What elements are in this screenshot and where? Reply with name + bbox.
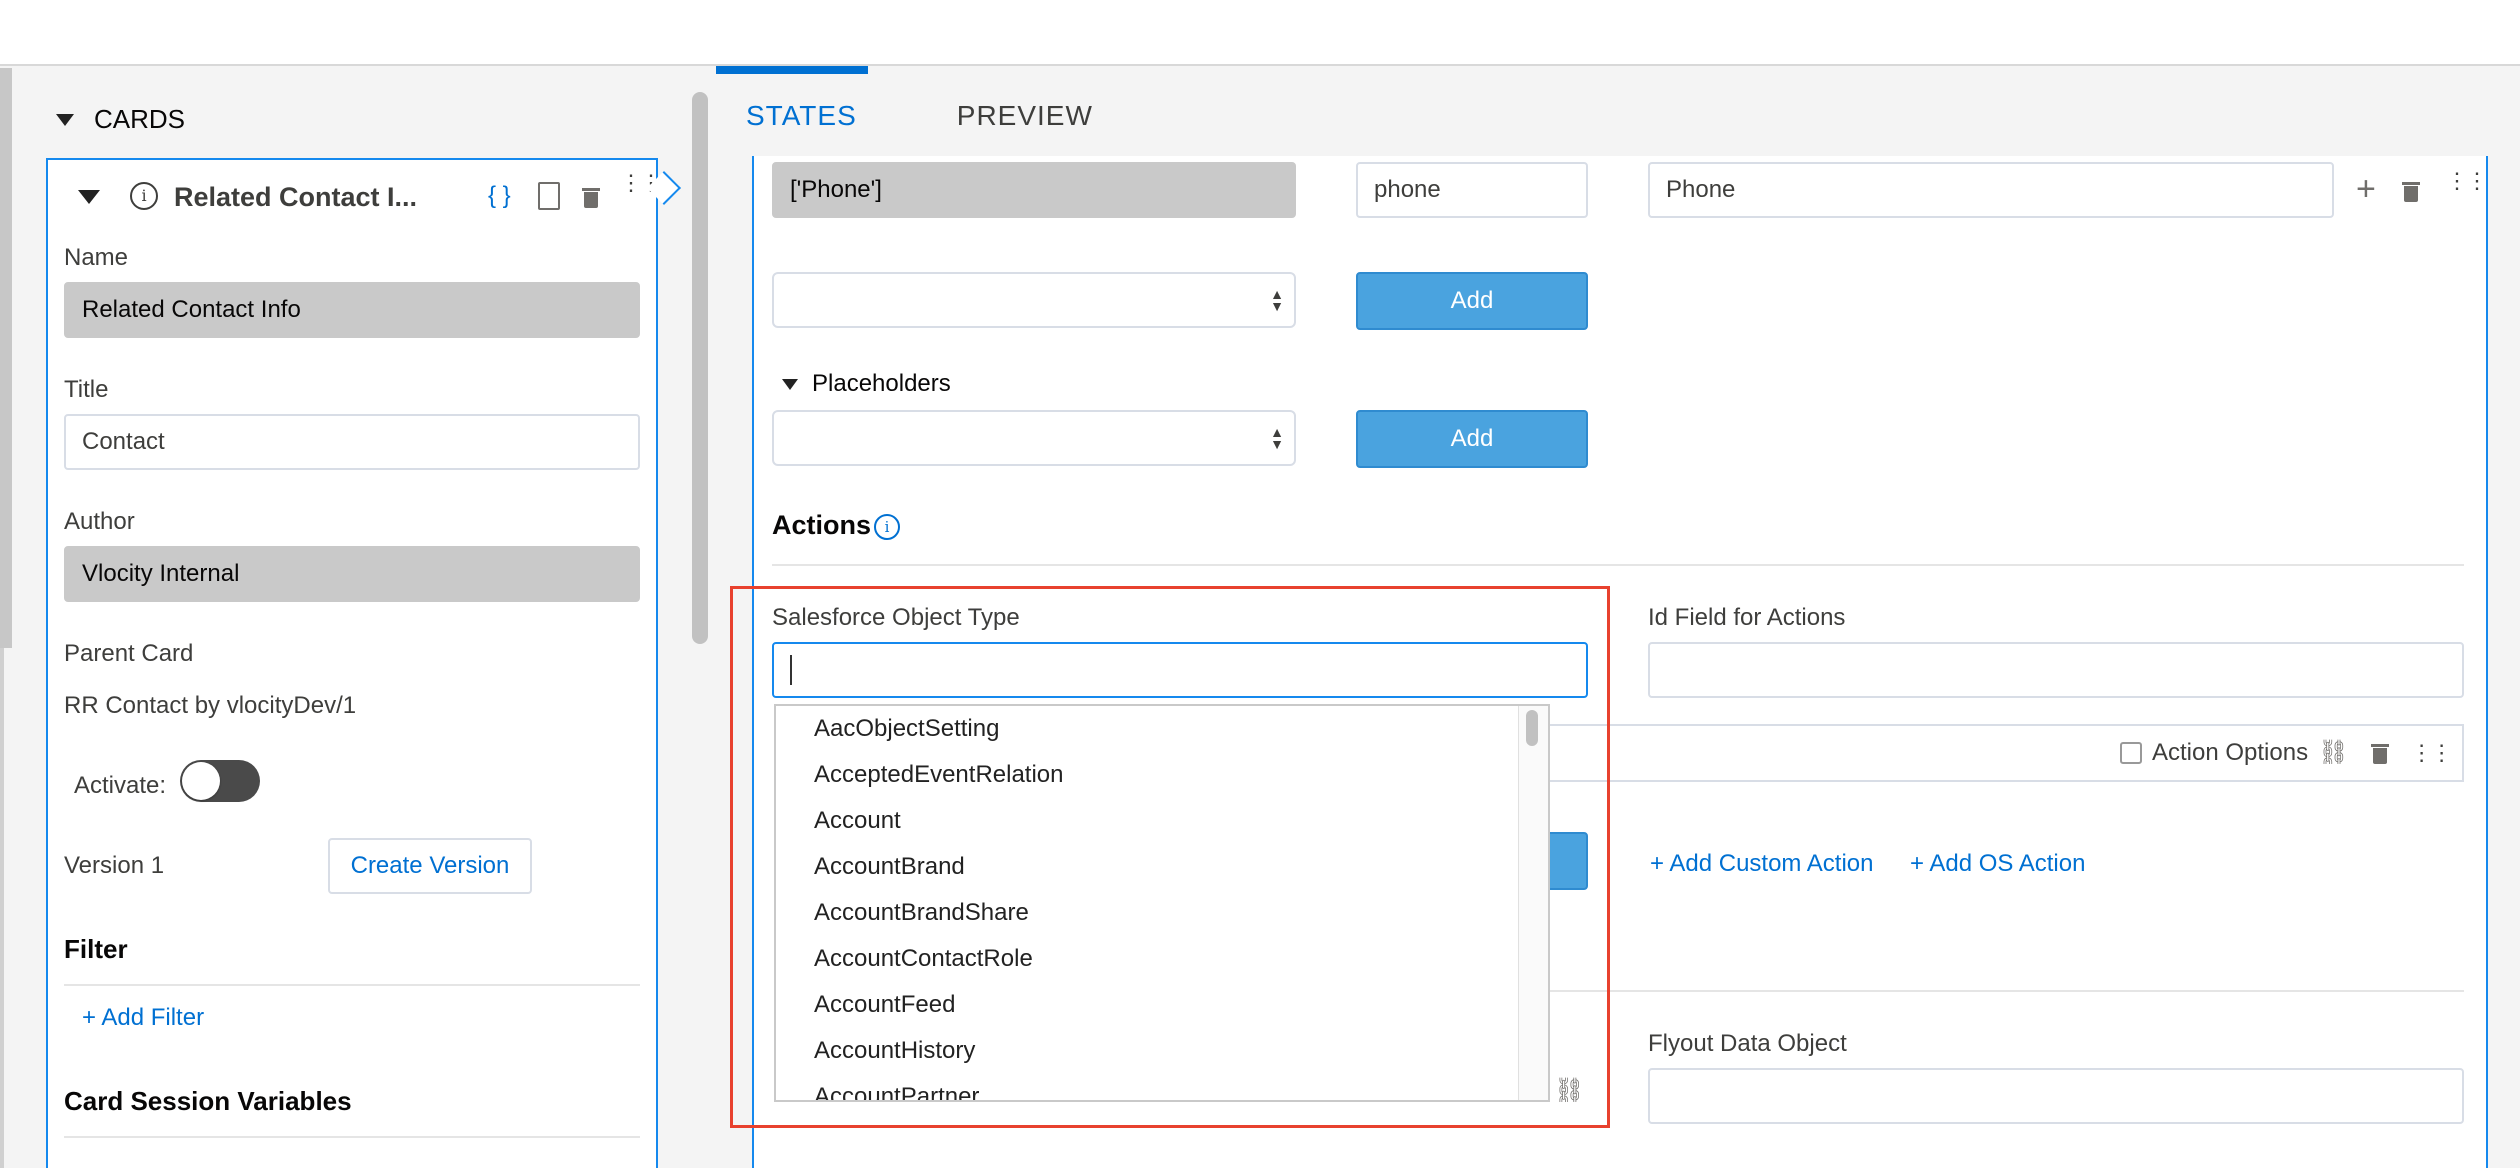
name-field[interactable]: Related Contact Info [64,282,640,338]
add-field-icon[interactable]: + [2356,170,2376,209]
tab-states[interactable]: STATES [746,100,857,132]
add-placeholder-button[interactable]: Add [1356,410,1588,468]
action-drag-handle-icon[interactable]: ⋮⋮ [2411,741,2453,763]
top-bar [0,0,2520,66]
field-select[interactable]: ▲ ▼ [772,272,1296,328]
delete-action-icon[interactable] [2370,742,2389,764]
add-field-button[interactable]: Add [1356,272,1588,330]
filter-heading: Filter [64,934,128,964]
info-icon[interactable]: i [130,182,158,210]
flyout-data-object-input[interactable] [1648,1068,2464,1124]
session-divider [64,1136,640,1138]
parent-card-label: Parent Card [64,640,194,667]
add-os-action-link[interactable]: + Add OS Action [1910,850,2085,878]
add-custom-action-link[interactable]: + Add Custom Action [1650,850,1873,878]
author-label: Author [64,508,135,535]
tab-bar: STATES PREVIEW [746,100,1093,132]
id-field-input[interactable] [1648,642,2464,698]
add-filter-link[interactable]: + Add Filter [82,1004,204,1032]
field-key-input[interactable]: phone [1356,162,1588,218]
highlight-box [730,586,1610,1128]
actions-heading: Actions [772,510,872,540]
version-label: Version 1 [64,852,165,879]
placeholders-header[interactable]: Placeholders [782,370,951,398]
id-field-label: Id Field for Actions [1648,604,1846,631]
placeholders-label: Placeholders [812,370,951,397]
card-panel: i Related Contact I... { } ⋮⋮ Name Relat… [46,158,662,1168]
activate-toggle[interactable] [180,760,260,802]
field-label-input[interactable]: Phone [1648,162,2334,218]
link-icon[interactable]: ⛓ [2318,738,2348,767]
activate-label: Activate: [74,772,167,799]
card-collapse-icon[interactable] [78,190,100,209]
placeholder-select[interactable]: ▲ ▼ [772,410,1296,466]
trash-icon[interactable] [582,186,600,213]
actions-info-icon[interactable]: i [874,514,900,540]
actions-divider [772,564,2464,566]
flyout-divider [1548,990,2464,992]
card-header-title: Related Contact I... [174,182,418,212]
action-options-checkbox[interactable] [2120,741,2142,764]
filter-divider [64,984,640,986]
title-field[interactable]: Contact [64,414,640,470]
create-version-button[interactable]: Create Version [328,838,532,894]
left-edge-divider [0,648,4,1168]
collapse-triangle-icon [56,113,74,126]
placeholders-triangle-icon [782,378,798,390]
parent-card-value: RR Contact by vlocityDev/1 [64,692,357,719]
active-tab-indicator [716,66,868,74]
tab-preview[interactable]: PREVIEW [957,100,1093,132]
name-label: Name [64,244,129,271]
session-variables-heading: Card Session Variables [64,1086,352,1116]
action-options-label: Action Options [2152,738,2309,766]
fields-value[interactable]: ['Phone'] [772,162,1296,218]
title-label: Title [64,376,109,403]
left-edge-scrollbar[interactable] [0,68,12,648]
cards-section-title: CARDS [94,104,186,134]
left-scrollbar-thumb[interactable] [692,92,708,644]
json-braces-icon[interactable]: { } [488,182,511,210]
field-drag-handle-icon[interactable]: ⋮⋮ [2446,170,2488,192]
copy-icon[interactable] [538,182,560,210]
cards-section-header[interactable]: CARDS [56,104,185,135]
delete-field-icon[interactable] [2402,180,2420,207]
author-field[interactable]: Vlocity Internal [64,546,640,602]
action-options[interactable]: Action Options ⛓ ⋮⋮ [2120,738,2453,767]
flyout-data-object-label: Flyout Data Object [1648,1030,1847,1057]
